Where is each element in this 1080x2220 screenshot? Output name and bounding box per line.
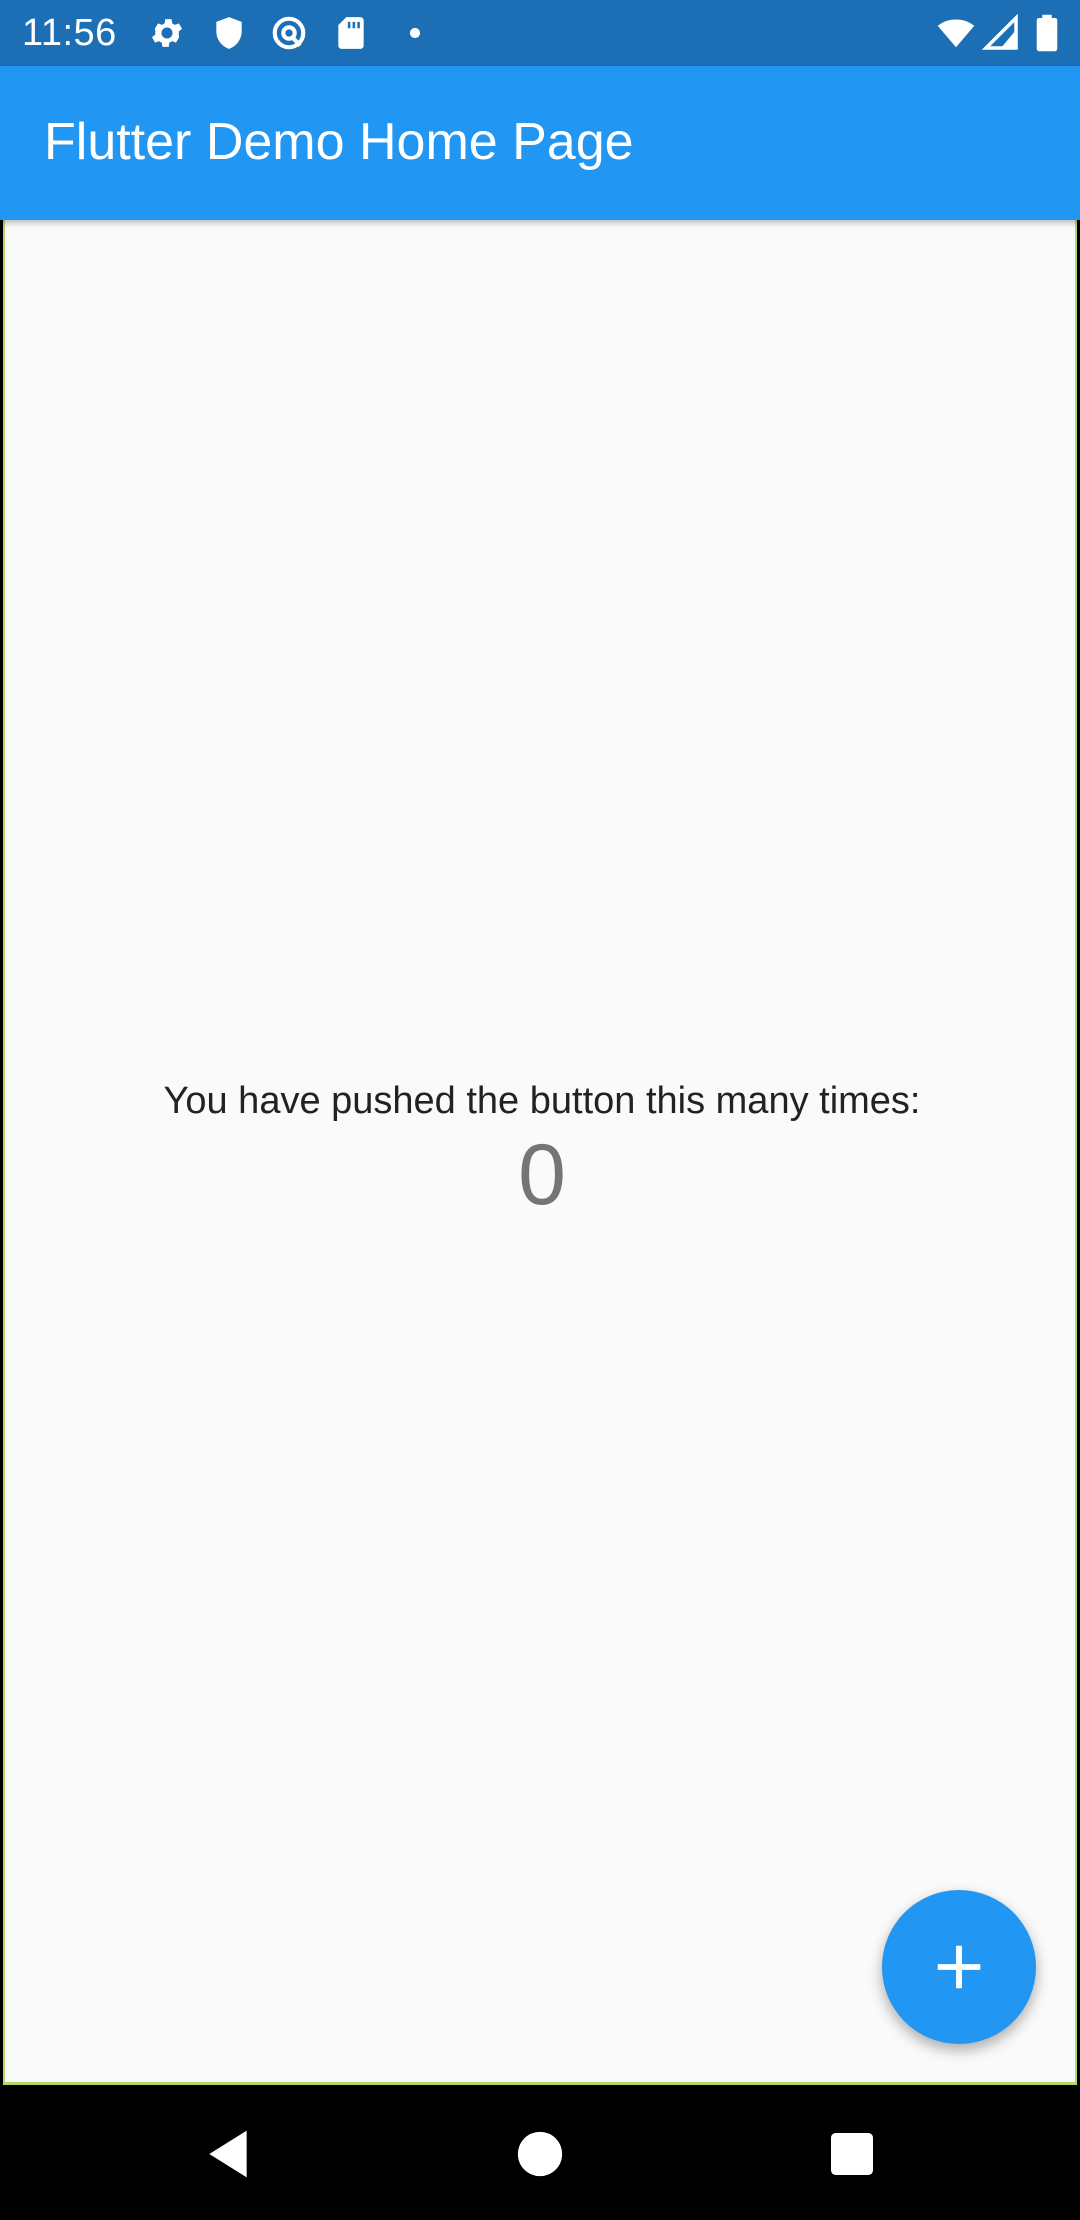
recents-square-icon[interactable] <box>824 2126 880 2182</box>
app-bar: Flutter Demo Home Page <box>0 66 1080 220</box>
home-circle-icon[interactable] <box>512 2126 568 2182</box>
shield-icon <box>210 14 248 52</box>
wifi-icon <box>934 14 978 52</box>
counter-label: You have pushed the button this many tim… <box>163 1080 921 1122</box>
increment-fab-button[interactable] <box>882 1890 1036 2044</box>
dot-icon <box>396 14 434 52</box>
status-time: 11:56 <box>22 12 117 54</box>
main-content: You have pushed the button this many tim… <box>3 220 1077 2085</box>
status-bar: 11:56 <box>0 0 1080 66</box>
sd-card-icon <box>332 14 370 52</box>
battery-icon <box>1034 14 1060 52</box>
at-sign-icon <box>270 14 308 52</box>
counter-value: 0 <box>518 1127 566 1223</box>
screen: 11:56 Flutter Demo Home Page You have pu… <box>0 0 1080 2220</box>
system-nav-bar <box>0 2088 1080 2220</box>
back-triangle-icon[interactable] <box>200 2126 256 2182</box>
app-title: Flutter Demo Home Page <box>44 113 634 171</box>
plus-icon <box>937 1945 981 1989</box>
gear-icon <box>148 14 186 52</box>
cellular-signal-icon <box>982 14 1020 52</box>
